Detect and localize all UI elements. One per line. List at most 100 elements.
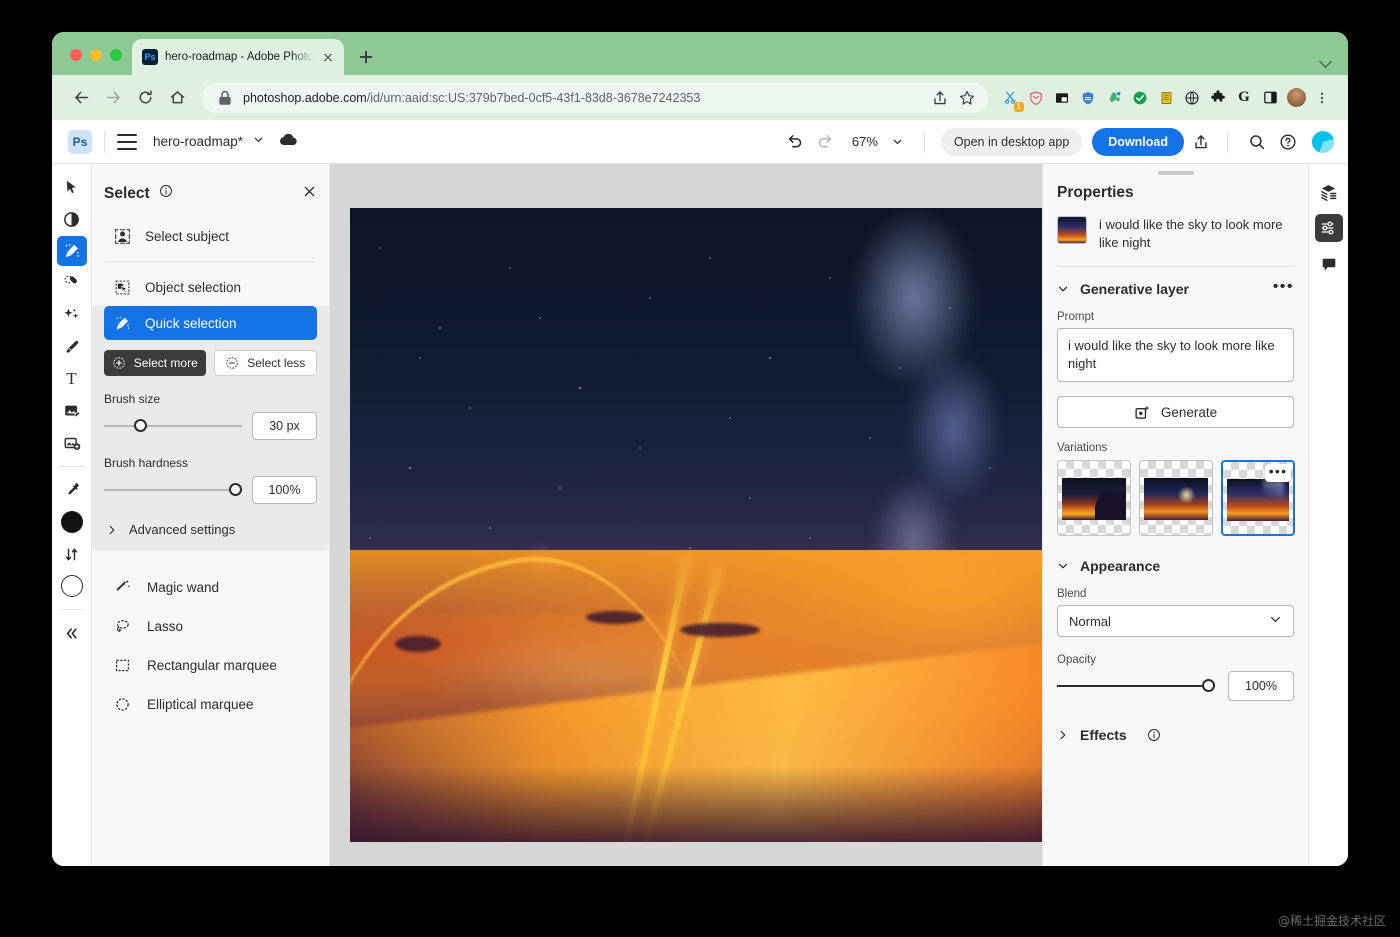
eyedropper-tool[interactable] [57,475,87,505]
canvas-area[interactable]: i would like the sky to... [330,164,1042,866]
tab-search-chevron-down-icon[interactable] [1320,55,1332,67]
effects-info-icon[interactable] [1147,728,1161,742]
bookmark-star-icon[interactable] [958,89,976,107]
variation-3-more-options-icon[interactable]: ••• [1265,464,1291,483]
object-selection-item[interactable]: Object selection [104,270,317,304]
globe-extension-icon[interactable] [1180,86,1204,110]
green-check-extension-icon[interactable] [1128,86,1152,110]
spot-healing-brush-tool[interactable] [57,268,87,298]
generative-fill-tool[interactable] [57,300,87,330]
effects-section-header[interactable]: Effects [1057,727,1294,743]
evernote-extension-icon[interactable] [1102,86,1126,110]
magic-wand-item[interactable]: Magic wand [104,569,317,606]
side-panel-icon[interactable] [1258,86,1282,110]
share-button[interactable] [1187,128,1215,156]
google-account-icon[interactable]: G [1232,86,1256,110]
search-button[interactable] [1243,128,1271,156]
comments-panel-button[interactable] [1315,250,1343,278]
swap-colors-button[interactable] [57,539,87,569]
browser-menu-icon[interactable] [1310,86,1334,110]
close-icon[interactable] [302,184,317,204]
blue-shield-extension-icon[interactable] [1076,86,1100,110]
select-subject-item[interactable]: Select subject [104,219,317,253]
browser-tab[interactable]: Ps hero-roadmap - Adobe Photos [132,39,344,75]
variation-1[interactable] [1057,460,1131,537]
download-button[interactable]: Download [1092,127,1184,156]
canvas-document-image[interactable] [350,208,1042,842]
select-less-button[interactable]: Select less [213,350,317,376]
selected-layer-row[interactable]: i would like the sky to look more like n… [1057,216,1294,252]
quick-selection-tool[interactable] [56,236,87,266]
home-button[interactable] [162,83,192,113]
share-page-icon[interactable] [931,89,949,107]
user-avatar[interactable] [1312,130,1334,153]
elliptical-marquee-item[interactable]: Elliptical marquee [104,686,317,723]
lasso-item[interactable]: Lasso [104,608,317,645]
profile-avatar-icon[interactable] [1284,86,1308,110]
close-window-button[interactable] [70,49,82,61]
opacity-slider[interactable] [1057,679,1215,693]
zoom-level-value[interactable]: 67% [852,134,878,149]
generative-layer-more-options-icon[interactable]: ••• [1273,278,1294,294]
adjustment-tool[interactable] [57,204,87,234]
quick-selection-item[interactable]: Quick selection [104,306,317,340]
appearance-section-header[interactable]: Appearance [1057,558,1294,574]
brush-hardness-knob[interactable] [229,483,242,496]
zoom-chevron-down-icon[interactable] [884,128,912,156]
opacity-knob[interactable] [1202,679,1215,693]
close-tab-icon[interactable] [320,49,336,65]
layers-panel-button[interactable] [1315,178,1343,206]
back-button[interactable] [66,83,96,113]
collapse-toolbar-button[interactable] [57,618,87,648]
minimize-window-button[interactable] [90,49,102,61]
photoshop-logo-icon[interactable]: Ps [68,129,92,154]
layers-panel-icon [1321,184,1337,201]
reload-button[interactable] [130,83,160,113]
puzzle-extensions-icon[interactable] [1206,86,1230,110]
rectangular-marquee-item[interactable]: Rectangular marquee [104,647,317,684]
variation-3[interactable]: ••• [1221,460,1295,537]
brush-tool[interactable] [57,332,87,362]
brush-size-input[interactable]: 30 px [252,412,317,440]
document-chevron-down-icon[interactable] [252,133,265,151]
app-menu-icon[interactable] [117,133,137,150]
foreground-color-swatch[interactable] [57,507,87,537]
move-tool[interactable] [57,172,87,202]
advanced-settings-toggle[interactable]: Advanced settings [104,522,317,537]
forward-button[interactable] [98,83,128,113]
blend-mode-select[interactable]: Normal [1057,605,1294,638]
scissors-extension-icon[interactable]: 1 [998,86,1024,112]
redo-button[interactable] [812,128,840,156]
place-image-tool[interactable] [57,396,87,426]
generative-layer-section-header[interactable]: Generative layer ••• [1057,278,1294,297]
shield-heart-extension-icon[interactable] [1024,86,1048,110]
panel-drag-handle[interactable] [1157,171,1194,175]
open-in-desktop-app-button[interactable]: Open in desktop app [940,127,1083,156]
background-color-swatch[interactable] [57,571,87,601]
variation-2[interactable] [1139,460,1213,537]
select-more-button[interactable]: Select more [104,350,206,376]
brush-hardness-slider[interactable] [104,483,242,496]
reading-list-extension-icon[interactable] [1154,86,1178,110]
maximize-window-button[interactable] [110,49,122,61]
address-bar[interactable]: photoshop.adobe.com/id/urn:aaid:sc:US:37… [202,82,988,113]
brush-size-knob[interactable] [134,419,148,432]
window-traffic-lights [52,49,122,75]
help-button[interactable] [1274,128,1302,156]
add-image-tool[interactable] [57,428,87,458]
brush-hardness-input[interactable]: 100% [252,476,317,504]
new-tab-button[interactable] [352,43,380,71]
tree-cluster-right [680,623,760,637]
generate-button[interactable]: Generate [1057,396,1294,429]
select-panel: Select Select subject Object selection Q… [92,164,330,866]
brush-size-slider[interactable] [104,419,242,432]
advanced-settings-label: Advanced settings [129,522,236,537]
prompt-textarea[interactable]: i would like the sky to look more like n… [1057,327,1294,383]
document-name[interactable]: hero-roadmap* [153,134,243,149]
type-tool[interactable]: T [57,364,87,394]
properties-panel-button[interactable] [1314,214,1343,242]
info-icon[interactable] [159,184,173,203]
opacity-input[interactable]: 100% [1228,671,1294,702]
picture-in-picture-icon[interactable] [1050,86,1074,110]
undo-button[interactable] [781,128,809,156]
